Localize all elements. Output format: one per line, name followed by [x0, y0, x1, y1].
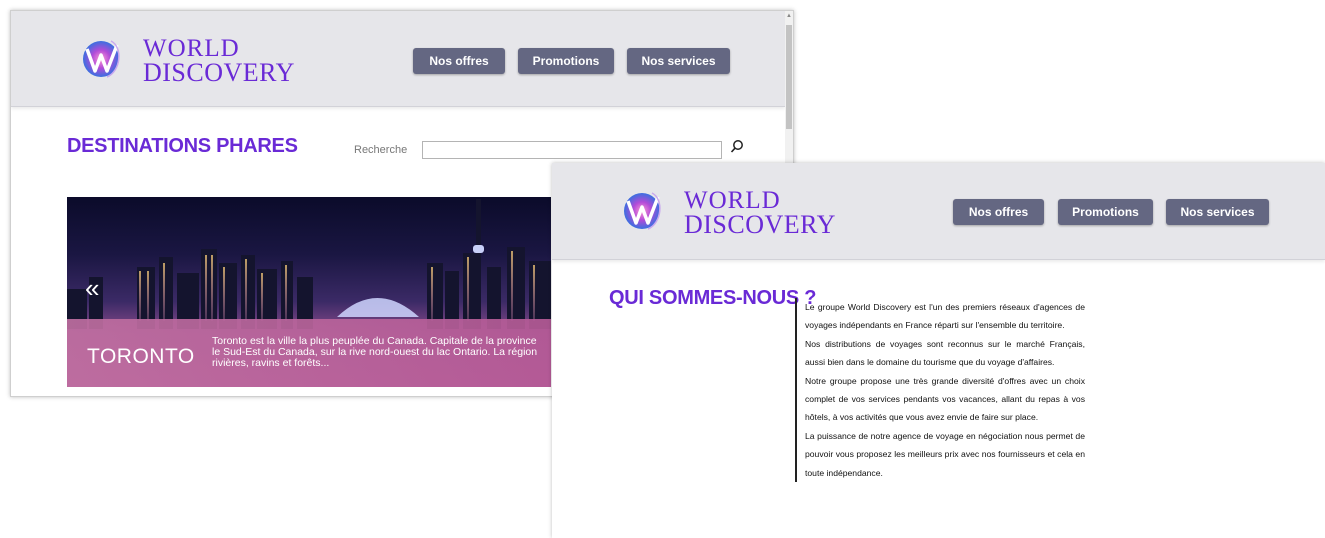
world-discovery-logo-icon[interactable] [77, 37, 129, 81]
scrollbar-thumb[interactable] [786, 25, 792, 129]
nav-services-button[interactable]: Nos services [627, 48, 730, 74]
nav-promotions-button[interactable]: Promotions [518, 48, 614, 74]
slide-description: Toronto est la ville la plus peuplée du … [212, 335, 538, 369]
about-paragraph: Notre groupe propose une très grande div… [805, 375, 1085, 423]
search-label: Recherche [354, 144, 408, 156]
slide-title: TORONTO [87, 345, 195, 368]
destination-carousel[interactable]: « TORONTO Toronto est la ville la plus p… [67, 197, 551, 387]
site-header: WORLD DISCOVERY Nos offres Promotions No… [552, 163, 1325, 260]
about-text: Le groupe World Discovery est l'un des p… [795, 298, 1085, 483]
about-paragraph: Nos distributions de voyages sont reconn… [805, 338, 1085, 368]
brand-line-2: DISCOVERY [143, 58, 295, 87]
about-paragraph: La puissance de notre agence de voyage e… [805, 430, 1085, 478]
brand-line-2: DISCOVERY [684, 210, 836, 239]
world-discovery-logo-icon[interactable] [618, 189, 670, 233]
nav-offers-button[interactable]: Nos offres [953, 199, 1044, 225]
carousel-prev-icon[interactable]: « [85, 275, 99, 301]
site-header: WORLD DISCOVERY Nos offres Promotions No… [11, 11, 785, 107]
about-paragraph: Le groupe World Discovery est l'un des p… [805, 302, 1085, 331]
search-icon[interactable] [729, 138, 745, 156]
nav-promotions-button[interactable]: Promotions [1058, 199, 1153, 225]
page-title: DESTINATIONS PHARES [67, 135, 298, 157]
brand-name[interactable]: WORLD DISCOVERY [143, 36, 295, 87]
brand-name[interactable]: WORLD DISCOVERY [684, 188, 836, 239]
about-page-window: WORLD DISCOVERY Nos offres Promotions No… [552, 163, 1325, 538]
scroll-up-arrow-icon[interactable]: ▲ [785, 13, 793, 19]
nav-offers-button[interactable]: Nos offres [413, 48, 505, 74]
search-input[interactable] [422, 141, 722, 159]
page-title: QUI SOMMES-NOUS ? [609, 287, 817, 309]
nav-services-button[interactable]: Nos services [1166, 199, 1269, 225]
